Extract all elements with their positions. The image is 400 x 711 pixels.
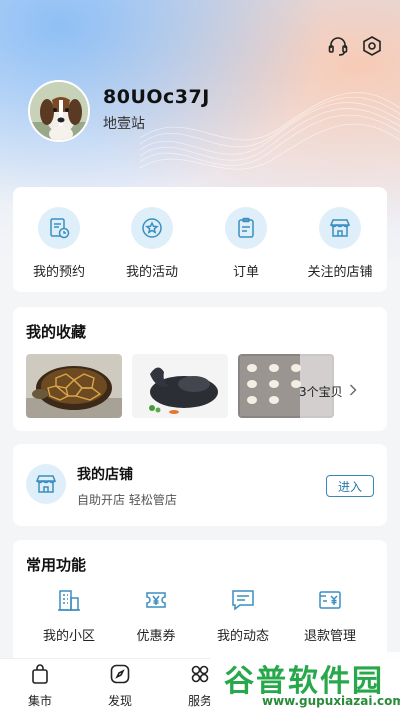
- compass-icon: [110, 664, 130, 684]
- quick-action-orders[interactable]: 订单: [206, 207, 286, 280]
- username: 80UOc37J: [103, 86, 210, 108]
- followed-store-icon: [319, 207, 361, 249]
- avatar[interactable]: [28, 80, 90, 142]
- quick-action-followed-stores[interactable]: 关注的店铺: [300, 207, 380, 280]
- watermark: 谷普软件园 www.gupuxiazai.com: [210, 652, 400, 711]
- appointment-icon: [38, 207, 80, 249]
- station-name: 地壹站: [103, 116, 145, 132]
- function-label: 退款管理: [303, 629, 356, 644]
- quick-action-activities[interactable]: 我的活动: [112, 207, 192, 280]
- favorites-card: 我的收藏 3个宝贝: [13, 307, 387, 431]
- headset-icon[interactable]: [326, 34, 350, 58]
- decorative-waves: [140, 92, 400, 170]
- quick-action-label: 关注的店铺: [307, 265, 373, 280]
- common-functions-title: 常用功能: [26, 556, 87, 574]
- activity-star-icon: [131, 207, 173, 249]
- quick-action-label: 我的预约: [32, 265, 85, 280]
- order-icon: [225, 207, 267, 249]
- quick-action-label: 我的活动: [125, 265, 178, 280]
- store-icon: [26, 464, 66, 504]
- settings-hexagon-icon[interactable]: [360, 34, 384, 58]
- grid-icon: [191, 665, 209, 683]
- chevron-right-icon: [349, 384, 357, 399]
- shopping-bag-icon: [32, 664, 48, 684]
- watermark-url: www.gupuxiazai.com: [262, 694, 400, 708]
- function-my-posts[interactable]: 我的动态: [203, 587, 283, 644]
- my-shop-title: 我的店铺: [77, 467, 133, 483]
- favorite-item-turtle[interactable]: [26, 354, 122, 418]
- message-icon: [232, 590, 254, 611]
- favorite-item-black-chicken[interactable]: [132, 354, 228, 418]
- tab-label: 集市: [27, 694, 52, 708]
- enter-shop-button[interactable]: 进入: [326, 475, 374, 497]
- quick-action-label: 订单: [232, 265, 259, 280]
- coupon-icon: [146, 592, 166, 608]
- my-shop-card: 我的店铺 自助开店 轻松管店 进入: [13, 444, 387, 526]
- my-shop-subtitle: 自助开店 轻松管店: [77, 493, 177, 507]
- community-building-icon: [58, 590, 80, 611]
- function-label: 我的动态: [216, 629, 269, 644]
- black-chicken-photo: [132, 354, 228, 418]
- tab-market[interactable]: 集市: [15, 663, 65, 709]
- favorites-more-link[interactable]: 3个宝贝: [299, 383, 357, 400]
- refund-icon: [319, 591, 341, 609]
- function-refund-management[interactable]: 退款管理: [290, 587, 370, 644]
- quick-action-appointments[interactable]: 我的预约: [19, 207, 99, 280]
- turtle-photo: [26, 354, 122, 418]
- tab-discover[interactable]: 发现: [95, 663, 145, 709]
- function-label: 我的小区: [42, 629, 95, 644]
- favorites-count: 3个宝贝: [299, 385, 343, 399]
- favorites-title: 我的收藏: [26, 323, 87, 341]
- quick-actions-card: 我的预约 我的活动 订单 关注的店铺: [13, 187, 387, 292]
- tab-label: 发现: [107, 694, 132, 708]
- function-label: 优惠券: [136, 629, 176, 644]
- function-my-community[interactable]: 我的小区: [29, 587, 109, 644]
- function-coupons[interactable]: 优惠券: [116, 587, 196, 644]
